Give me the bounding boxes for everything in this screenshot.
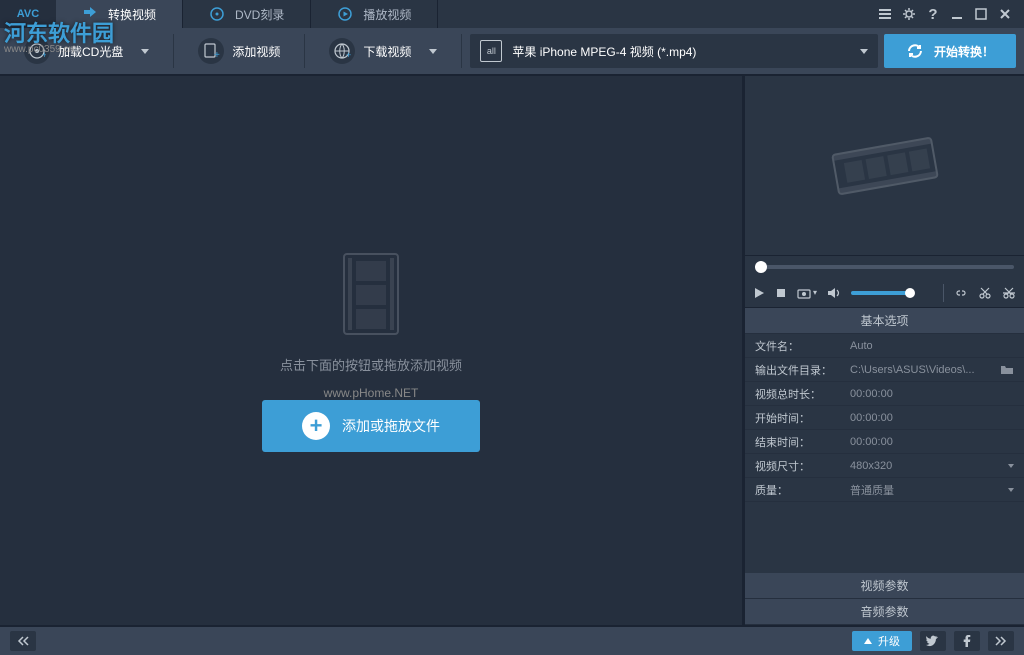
tab-label: 播放视频 xyxy=(363,6,411,23)
watermark-url: www.pHome.NET xyxy=(324,386,419,400)
load-cd-button[interactable]: + 加载CD光盘 xyxy=(8,34,165,68)
video-params-header[interactable]: 视频参数 xyxy=(745,573,1024,599)
outdir-value[interactable]: C:\Users\ASUS\Videos\... xyxy=(850,364,996,376)
collapse-left-button[interactable] xyxy=(10,631,36,651)
collapse-right-button[interactable] xyxy=(988,631,1014,651)
upgrade-button[interactable]: 升级 xyxy=(852,631,912,651)
refresh-icon xyxy=(906,42,924,60)
minimize-button[interactable] xyxy=(946,3,968,25)
globe-download-icon: + xyxy=(329,38,355,64)
filename-value[interactable]: Auto xyxy=(850,340,1014,352)
prop-quality[interactable]: 质量： 普通质量 xyxy=(745,478,1024,502)
playback-controls: ▾ xyxy=(745,278,1024,308)
app-window: AVC 转换视频 DVD刻录 播放视频 ? xyxy=(0,0,1024,655)
all-formats-icon: all xyxy=(480,40,502,62)
link-icon[interactable] xyxy=(954,287,968,299)
output-format-select[interactable]: all 苹果 iPhone MPEG-4 视频 (*.mp4) xyxy=(470,34,878,68)
play-button[interactable] xyxy=(753,287,765,299)
properties-panel: ▾ 基本选项 文件名： Auto 输出文件目录： C:\Users\ASUS\V… xyxy=(744,76,1024,625)
audio-params-header[interactable]: 音频参数 xyxy=(745,599,1024,625)
svg-text:+: + xyxy=(42,50,46,60)
download-video-button[interactable]: + 下载视频 xyxy=(313,34,453,68)
window-controls: ? xyxy=(866,0,1024,28)
end-time-value[interactable]: 00:00:00 xyxy=(850,436,1014,448)
titlebar: AVC 转换视频 DVD刻录 播放视频 ? xyxy=(0,0,1024,28)
start-time-value[interactable]: 00:00:00 xyxy=(850,412,1014,424)
prop-filename: 文件名： Auto xyxy=(745,334,1024,358)
button-label: 加载CD光盘 xyxy=(58,43,123,60)
help-icon[interactable]: ? xyxy=(922,3,944,25)
twitter-button[interactable] xyxy=(920,631,946,651)
prop-output-dir: 输出文件目录： C:\Users\ASUS\Videos\... xyxy=(745,358,1024,382)
chevron-down-icon xyxy=(860,49,868,54)
seek-slider[interactable] xyxy=(745,256,1024,278)
button-label: 添加视频 xyxy=(232,43,280,60)
chevron-down-icon xyxy=(1008,488,1014,492)
prop-start-time: 开始时间： 00:00:00 xyxy=(745,406,1024,430)
settings-icon[interactable] xyxy=(898,3,920,25)
tab-convert-video[interactable]: 转换视频 xyxy=(56,0,183,28)
prop-duration: 视频总时长： 00:00:00 xyxy=(745,382,1024,406)
button-label: 下载视频 xyxy=(363,43,411,60)
snapshot-button[interactable]: ▾ xyxy=(797,287,817,299)
plus-circle-icon: + xyxy=(302,412,330,440)
chevron-down-icon xyxy=(429,49,437,54)
tab-label: DVD刻录 xyxy=(235,6,284,23)
facebook-button[interactable] xyxy=(954,631,980,651)
menu-icon[interactable] xyxy=(874,3,896,25)
add-file-button[interactable]: + 添加或拖放文件 xyxy=(262,400,480,452)
tab-dvd-burn[interactable]: DVD刻录 xyxy=(183,0,311,28)
maximize-button[interactable] xyxy=(970,3,992,25)
file-list-area[interactable]: www.pHome.NET 点击下面的按钮或拖放添加视频 + 添加或拖放文件 xyxy=(0,76,744,625)
chevron-down-icon xyxy=(141,49,149,54)
start-convert-button[interactable]: 开始转换！ xyxy=(884,34,1016,68)
tab-play-video[interactable]: 播放视频 xyxy=(311,0,438,28)
play-icon xyxy=(337,6,353,22)
cut-icon[interactable] xyxy=(978,286,992,300)
svg-text:+: + xyxy=(346,50,351,60)
film-placeholder-icon xyxy=(336,249,406,339)
basic-options-header[interactable]: 基本选项 xyxy=(745,308,1024,334)
no-cut-icon[interactable] xyxy=(1002,286,1016,300)
app-logo: AVC xyxy=(0,0,56,28)
add-video-button[interactable]: + 添加视频 xyxy=(182,34,296,68)
filmreel-icon xyxy=(815,116,955,216)
main-content: www.pHome.NET 点击下面的按钮或拖放添加视频 + 添加或拖放文件 ▾ xyxy=(0,76,1024,625)
button-label: 开始转换！ xyxy=(934,43,994,60)
footer: 升级 xyxy=(0,625,1024,655)
prop-video-size[interactable]: 视频尺寸： 480x320 xyxy=(745,454,1024,478)
browse-folder-icon[interactable] xyxy=(1000,363,1014,377)
preview-area xyxy=(745,76,1024,256)
add-file-icon: + xyxy=(198,38,224,64)
empty-hint-text: 点击下面的按钮或拖放添加视频 xyxy=(280,355,462,374)
prop-end-time: 结束时间： 00:00:00 xyxy=(745,430,1024,454)
format-label: 苹果 iPhone MPEG-4 视频 (*.mp4) xyxy=(512,43,840,60)
volume-slider[interactable] xyxy=(851,291,911,295)
close-button[interactable] xyxy=(994,3,1016,25)
svg-text:+: + xyxy=(214,50,220,60)
chevron-down-icon xyxy=(1008,464,1014,468)
up-arrow-icon xyxy=(864,638,872,644)
tab-label: 转换视频 xyxy=(108,6,156,23)
stop-button[interactable] xyxy=(775,287,787,299)
toolbar: 河东软件园 www.pc0359.cn + 加载CD光盘 + 添加视频 + 下载… xyxy=(0,28,1024,76)
convert-icon xyxy=(82,6,98,22)
cd-icon: + xyxy=(24,38,50,64)
volume-icon[interactable] xyxy=(827,287,841,299)
disc-icon xyxy=(209,6,225,22)
button-label: 添加或拖放文件 xyxy=(342,416,440,436)
